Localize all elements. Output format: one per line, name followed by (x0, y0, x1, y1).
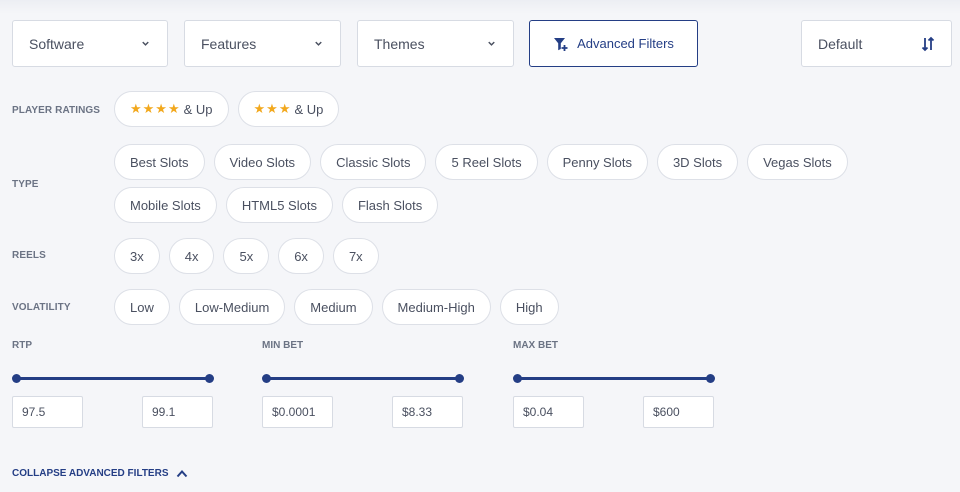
type-options-row-2: Mobile Slots HTML5 Slots Flash Slots (114, 187, 439, 223)
top-shadow (0, 0, 960, 14)
max-bet-label: MAX BET (513, 340, 558, 351)
type-chip-best-slots[interactable]: Best Slots (114, 144, 205, 180)
software-dropdown-label: Software (29, 35, 85, 52)
max-bet-max-handle[interactable] (706, 374, 715, 383)
rating-4-up-chip[interactable]: ★★★★ & Up (114, 91, 229, 127)
min-bet-min-input[interactable] (262, 396, 333, 428)
sort-dropdown[interactable]: Default (801, 20, 952, 67)
min-bet-min-handle[interactable] (262, 374, 271, 383)
min-bet-range: MIN BET (262, 340, 472, 428)
reels-label: REELS (12, 250, 46, 261)
volatility-options: Low Low-Medium Medium Medium-High High (114, 289, 559, 325)
volatility-chip-high[interactable]: High (499, 289, 559, 325)
type-chip-vegas-slots[interactable]: Vegas Slots (747, 144, 848, 180)
min-bet-label: MIN BET (262, 340, 304, 351)
type-options-row-1: Best Slots Video Slots Classic Slots 5 R… (114, 144, 848, 180)
rating-3-up-chip[interactable]: ★★★ & Up (237, 91, 340, 127)
chevron-down-icon (315, 41, 322, 46)
themes-dropdown-label: Themes (374, 35, 425, 52)
type-chip-flash-slots[interactable]: Flash Slots (341, 187, 439, 223)
themes-dropdown[interactable]: Themes (357, 20, 514, 67)
type-chip-mobile-slots[interactable]: Mobile Slots (114, 187, 217, 223)
type-chip-html5-slots[interactable]: HTML5 Slots (225, 187, 333, 223)
type-chip-classic-slots[interactable]: Classic Slots (320, 144, 427, 180)
chip-label: & Up (183, 101, 213, 117)
rtp-range: RTP (12, 340, 222, 428)
reels-chip-3x[interactable]: 3x (114, 238, 160, 274)
min-bet-slider-track[interactable] (266, 377, 461, 380)
collapse-label: COLLAPSE ADVANCED FILTERS (12, 468, 169, 479)
rtp-max-input[interactable] (142, 396, 213, 428)
volatility-chip-low-medium[interactable]: Low-Medium (178, 289, 286, 325)
reels-chip-5x[interactable]: 5x (223, 238, 270, 274)
type-chip-video-slots[interactable]: Video Slots (213, 144, 312, 180)
type-chip-5-reel-slots[interactable]: 5 Reel Slots (435, 144, 538, 180)
features-dropdown-label: Features (201, 35, 257, 52)
chevron-down-icon (142, 41, 149, 46)
reels-chip-6x[interactable]: 6x (278, 238, 324, 274)
min-bet-max-input[interactable] (392, 396, 463, 428)
volatility-label: VOLATILITY (12, 302, 71, 313)
chevron-down-icon (488, 41, 495, 46)
rtp-min-handle[interactable] (12, 374, 21, 383)
min-bet-max-handle[interactable] (455, 374, 464, 383)
reels-chip-7x[interactable]: 7x (332, 238, 379, 274)
volatility-chip-low[interactable]: Low (114, 289, 170, 325)
star-icons: ★★★ (253, 101, 292, 116)
volatility-chip-medium-high[interactable]: Medium-High (381, 289, 491, 325)
volatility-chip-medium[interactable]: Medium (294, 289, 373, 325)
max-bet-min-handle[interactable] (513, 374, 522, 383)
type-chip-3d-slots[interactable]: 3D Slots (656, 144, 739, 180)
chevron-up-icon (177, 469, 188, 477)
type-label: TYPE (12, 179, 39, 190)
rtp-label: RTP (12, 340, 32, 351)
star-icons: ★★★★ (130, 101, 181, 116)
reels-options: 3x 4x 5x 6x 7x (114, 238, 379, 274)
features-dropdown[interactable]: Features (184, 20, 341, 67)
rtp-slider-track[interactable] (16, 377, 211, 380)
type-chip-penny-slots[interactable]: Penny Slots (546, 144, 648, 180)
advanced-filters-button[interactable]: Advanced Filters (529, 20, 698, 67)
max-bet-range: MAX BET (513, 340, 723, 428)
filter-plus-icon (554, 37, 568, 51)
chip-label: & Up (294, 101, 324, 117)
max-bet-min-input[interactable] (513, 396, 584, 428)
player-ratings-options: ★★★★ & Up ★★★ & Up (114, 91, 340, 127)
advanced-filters-label: Advanced Filters (577, 36, 674, 51)
rtp-max-handle[interactable] (205, 374, 214, 383)
reels-chip-4x[interactable]: 4x (168, 238, 215, 274)
collapse-advanced-filters-link[interactable]: COLLAPSE ADVANCED FILTERS (12, 468, 188, 479)
max-bet-slider-track[interactable] (517, 377, 712, 380)
max-bet-max-input[interactable] (643, 396, 714, 428)
player-ratings-label: PLAYER RATINGS (12, 105, 101, 116)
software-dropdown[interactable]: Software (12, 20, 168, 67)
rtp-min-input[interactable] (12, 396, 83, 428)
sort-arrows-icon (921, 36, 935, 51)
sort-value: Default (818, 35, 863, 52)
